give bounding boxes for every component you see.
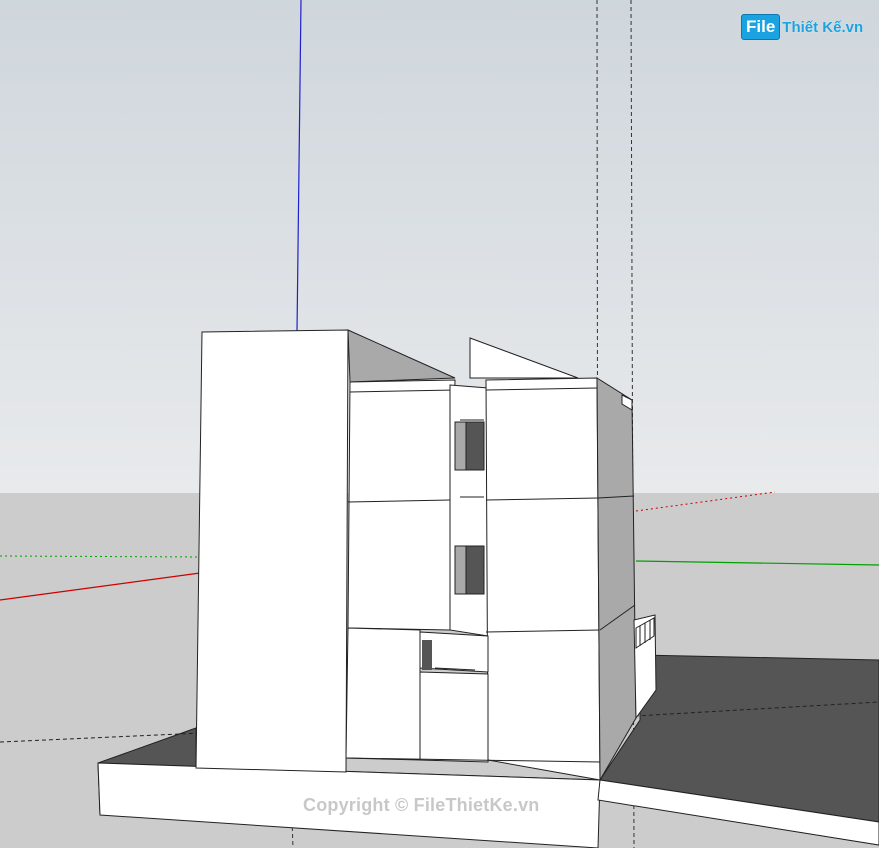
facade-left-block [347, 379, 456, 631]
recess-window-1b [465, 421, 485, 471]
filethietke-logo: File Thiết Kế.vn [741, 12, 863, 42]
left-wall-front [195, 329, 349, 773]
ground-floor-left [345, 627, 421, 761]
right-side-face [596, 377, 637, 782]
logo-text: Thiết Kế.vn [782, 18, 864, 36]
entrance-gate [419, 671, 489, 763]
facade-right-block [485, 377, 601, 781]
recess-window-2b [465, 545, 485, 595]
logo-box: File [741, 14, 781, 40]
recess-window-2 [454, 545, 468, 595]
entrance-dark [422, 640, 432, 670]
copyright-watermark: Copyright © FileThietKe.vn [303, 795, 540, 815]
recess-window-1 [454, 421, 468, 471]
model-scene[interactable] [0, 0, 879, 848]
sketchup-3d-viewport[interactable]: File Thiết Kế.vn Copyright © FileThietKe… [0, 0, 879, 848]
